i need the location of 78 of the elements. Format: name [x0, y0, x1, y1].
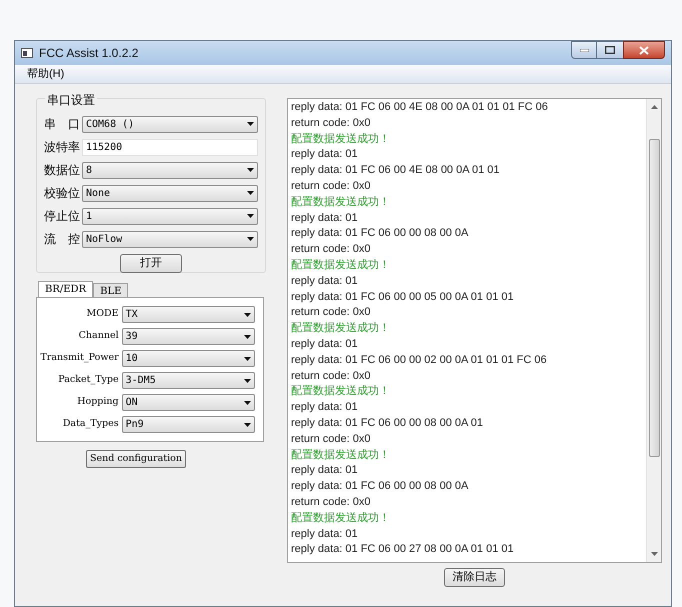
app-icon — [21, 48, 33, 58]
log-line: 配置数据发送成功！ — [291, 132, 391, 147]
dropdown[interactable]: 8 — [82, 162, 258, 178]
log-line: return code: 0x0 — [291, 432, 372, 447]
log-line: reply data: 01 FC 06 00 00 08 00 0A 01 — [291, 416, 484, 431]
field-label: 波特率 — [44, 139, 80, 156]
tab[interactable]: BR/EDR — [38, 281, 94, 297]
minimize-button[interactable] — [571, 41, 597, 59]
caret-icon — [244, 378, 251, 382]
field-label: MODE — [86, 307, 119, 322]
field-label: 数据位 — [44, 162, 80, 179]
dropdown[interactable]: NoFlow — [82, 230, 258, 248]
log-line: reply data: 01 FC 06 00 00 05 00 0A 01 01 01 — [291, 290, 515, 305]
caret-icon — [247, 122, 254, 126]
dropdown[interactable]: 10 — [122, 350, 255, 367]
caret-icon — [244, 422, 251, 426]
minimize-icon — [580, 48, 588, 52]
field-label: Channel — [78, 329, 119, 344]
log-line: return code: 0x0 — [291, 242, 372, 258]
log-line: return code: 0x0 — [291, 178, 372, 194]
log-line: reply data: 01 — [291, 210, 359, 226]
log-line: 配置数据发送成功！ — [291, 448, 391, 463]
log-line: 配置数据发送成功！ — [291, 321, 391, 336]
maximize-icon — [605, 46, 615, 54]
caret-icon — [247, 214, 254, 218]
field-label: 流 控 — [44, 231, 80, 248]
log-line: 配置数据发送成功！ — [291, 384, 391, 400]
caret-icon — [244, 334, 251, 338]
dropdown[interactable]: TX — [122, 306, 255, 323]
caret-icon — [244, 400, 251, 404]
send-configuration-button[interactable]: Send configuration — [86, 450, 186, 468]
window-title: FCC Assist 1.0.2.2 — [39, 45, 138, 62]
log-line: reply data: 01 — [291, 463, 359, 478]
clear-log-button[interactable]: 清除日志 — [444, 568, 505, 587]
log-line: reply data: 01 FC 06 00 00 08 00 0A — [291, 226, 470, 242]
open-button[interactable]: 打开 — [120, 254, 182, 273]
log-line: 配置数据发送成功！ — [291, 510, 391, 526]
close-button[interactable] — [623, 41, 665, 59]
log-line: reply data: 01 FC 06 00 4E 08 00 0A 01 01 01 FC 06 — [291, 100, 549, 115]
log-line: reply data: 01 FC 06 00 27 08 00 0A 01 01 01 — [291, 542, 515, 558]
log-line: reply data: 01 FC 06 00 4E 08 00 0A 01 01 — [291, 163, 501, 178]
log-line: reply data: 01 FC 06 00 00 02 00 0A 01 01 01 FC 06 — [291, 352, 548, 368]
log-line: reply data: 01 FC 06 00 00 08 00 0A — [291, 479, 470, 494]
dropdown[interactable]: Pn9 — [122, 416, 255, 433]
log-line: return code: 0x0 — [291, 305, 372, 320]
tab[interactable]: BLE — [93, 283, 128, 297]
dropdown[interactable]: None — [82, 184, 258, 202]
caret-icon — [244, 356, 251, 360]
field-label: Hopping — [76, 395, 119, 410]
dropdown[interactable]: 39 — [122, 328, 255, 345]
log-line: reply data: 01 — [291, 400, 359, 416]
dropdown[interactable]: 1 — [82, 208, 258, 224]
dropdown[interactable]: 3-DM5 — [122, 372, 255, 389]
log-line: return code: 0x0 — [291, 494, 372, 510]
menu-item[interactable]: 帮助(H) — [27, 66, 64, 82]
dropdown[interactable]: ON — [122, 394, 255, 411]
caret-icon — [247, 168, 254, 172]
field-label: 校验位 — [44, 185, 80, 202]
log-line: 配置数据发送成功！ — [291, 258, 391, 273]
log-line: reply data: 01 — [291, 526, 359, 542]
log-line: reply data: 01 — [291, 274, 359, 289]
close-icon — [639, 46, 649, 54]
maximize-button[interactable] — [597, 41, 623, 59]
field-label: 停止位 — [44, 208, 80, 225]
field-label: Data_Types — [62, 417, 119, 432]
caret-icon — [244, 312, 251, 316]
text-field[interactable]: 115200 — [82, 138, 258, 156]
field-label: Packet_Type — [57, 373, 119, 388]
log-line: return code: 0x0 — [291, 116, 372, 131]
field-label: Transmit_Power — [39, 351, 119, 366]
dropdown[interactable]: COM68 () — [82, 116, 258, 132]
caret-icon — [247, 237, 254, 241]
log-line: return code: 0x0 — [291, 368, 372, 384]
log-line: reply data: 01 — [291, 147, 359, 162]
log-line: reply data: 01 — [291, 336, 359, 352]
log-line: 配置数据发送成功！ — [291, 194, 391, 210]
caret-icon — [247, 191, 254, 195]
field-label: 串 口 — [44, 116, 80, 133]
